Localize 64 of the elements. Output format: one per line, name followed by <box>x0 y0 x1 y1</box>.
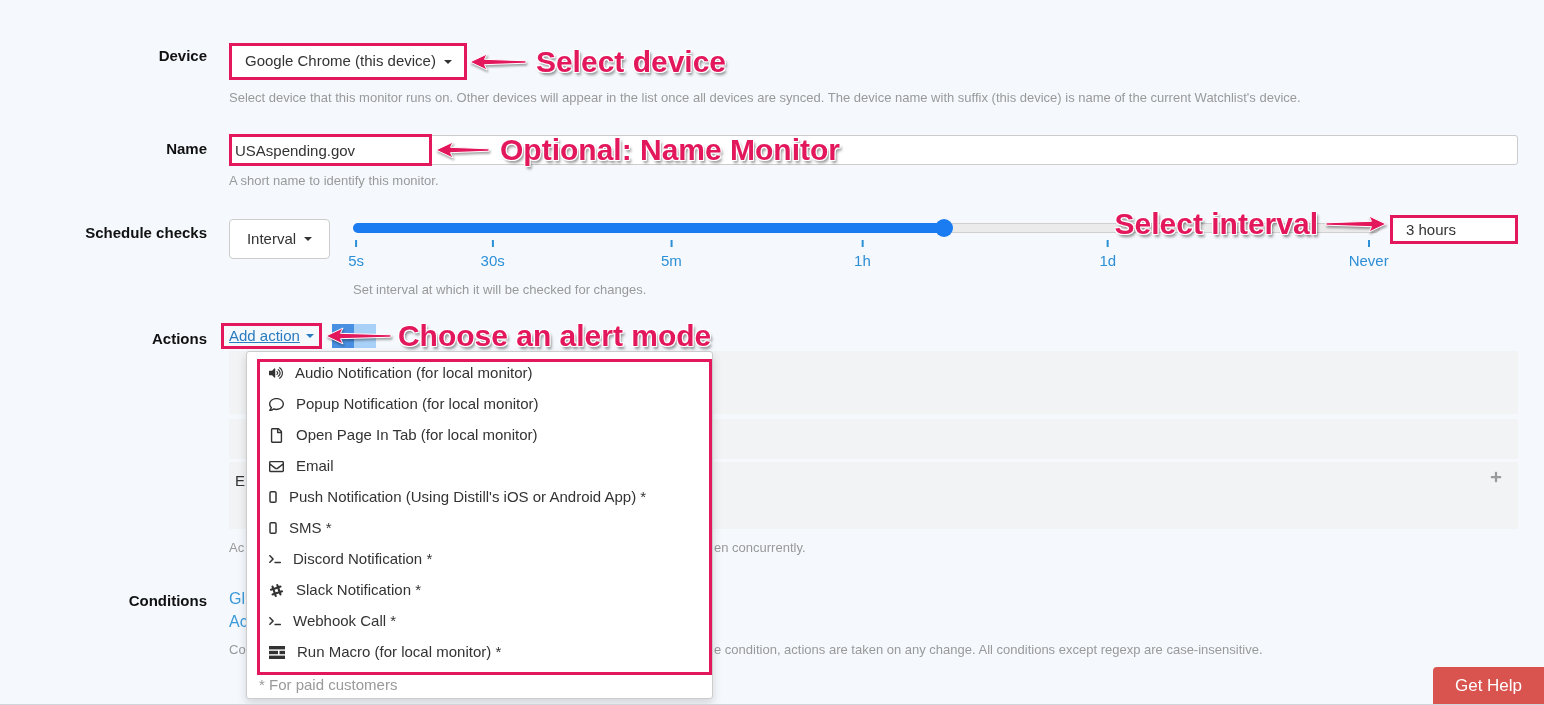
phone-icon <box>269 522 277 534</box>
field-label: Schedule checks <box>85 224 207 241</box>
slider-thumb[interactable] <box>934 219 953 237</box>
menu-item[interactable]: Open Page In Tab (for local monitor) <box>260 424 709 455</box>
speech-bubble-icon <box>269 396 284 412</box>
tick-label: 30s <box>480 252 505 269</box>
menu-item[interactable]: Run Macro (for local monitor) * <box>260 641 709 672</box>
tick-label: 5s <box>348 252 364 269</box>
caret-icon <box>304 237 313 241</box>
callout-arrow <box>324 327 392 345</box>
tick-label: Never <box>1348 252 1389 269</box>
help-text: e condition, actions are taken on any change. All conditions except regexp are case-insensitive. <box>714 642 1263 658</box>
menu-item[interactable]: SMS * <box>260 517 709 548</box>
help-text: Co <box>229 642 246 658</box>
file-icon <box>269 427 284 443</box>
device-select[interactable]: Google Chrome (this device) <box>229 43 467 80</box>
menu-item[interactable]: Slack Notification * <box>260 579 709 610</box>
tick-mark-icon <box>861 240 864 247</box>
field-label: Conditions <box>128 592 207 609</box>
interval-select[interactable]: Interval <box>229 219 330 259</box>
field-label: Device <box>158 47 207 64</box>
menu-item[interactable]: Webhook Call * <box>260 610 709 641</box>
help-text: A short name to identify this monitor. <box>229 173 439 189</box>
menu-item[interactable]: Email <box>260 455 709 486</box>
field-label: Actions <box>152 330 207 347</box>
tick-mark-icon <box>1106 240 1109 247</box>
callout-label: Select interval <box>1114 208 1318 240</box>
stacked-bars-icon <box>269 645 285 659</box>
callout-label: Select device <box>535 45 727 78</box>
tick-label: 1h <box>854 252 871 269</box>
callout-label: Choose an alert mode <box>397 320 712 352</box>
tick-mark-icon <box>491 240 494 247</box>
help-text: Select device that this monitor runs on. Other devices will appear in the list once all devices are synced. The device name with suffix (this device) is name of the current Watchlist's device. <box>229 90 1301 106</box>
callout-label: Optional: Name Monitor <box>500 134 840 166</box>
speaker-icon <box>269 366 283 380</box>
menu-item[interactable]: Discord Notification * <box>260 548 709 579</box>
terminal-icon <box>269 615 281 627</box>
help-text: Set interval at which it will be checked for changes. <box>353 282 647 298</box>
caret-icon <box>305 334 314 338</box>
help-text: Ac <box>229 540 245 556</box>
add-action-link[interactable]: Add action <box>221 323 322 349</box>
callout-arrow <box>468 52 527 71</box>
menu-footnote: * For paid customers <box>258 676 399 695</box>
menu-item[interactable]: Push Notification (Using Distill's iOS or Android App) * <box>260 486 709 517</box>
plus-icon[interactable] <box>1490 471 1502 483</box>
menu-item[interactable]: Audio Notification (for local monitor) <box>260 362 709 393</box>
phone-icon <box>269 491 277 503</box>
tick-label: 1d <box>1099 252 1117 269</box>
terminal-icon <box>269 553 281 565</box>
envelope-icon <box>269 458 284 474</box>
menu-item[interactable]: Popup Notification (for local monitor) <box>260 393 709 424</box>
callout-arrow <box>435 141 490 159</box>
field-label: Name <box>166 140 207 157</box>
callout-arrow <box>1325 215 1387 233</box>
caret-icon <box>443 59 452 64</box>
tick-mark-icon <box>670 240 673 247</box>
tick-mark-icon <box>1367 240 1370 247</box>
help-text: en concurrently. <box>714 540 806 556</box>
interval-field[interactable]: 3 hours <box>1390 215 1518 244</box>
tick-mark-icon <box>355 240 358 247</box>
hash-icon <box>269 582 284 598</box>
get-help-button[interactable]: Get Help <box>1433 667 1544 704</box>
tick-label: 5m <box>660 252 682 269</box>
panel-text: E <box>234 471 245 491</box>
